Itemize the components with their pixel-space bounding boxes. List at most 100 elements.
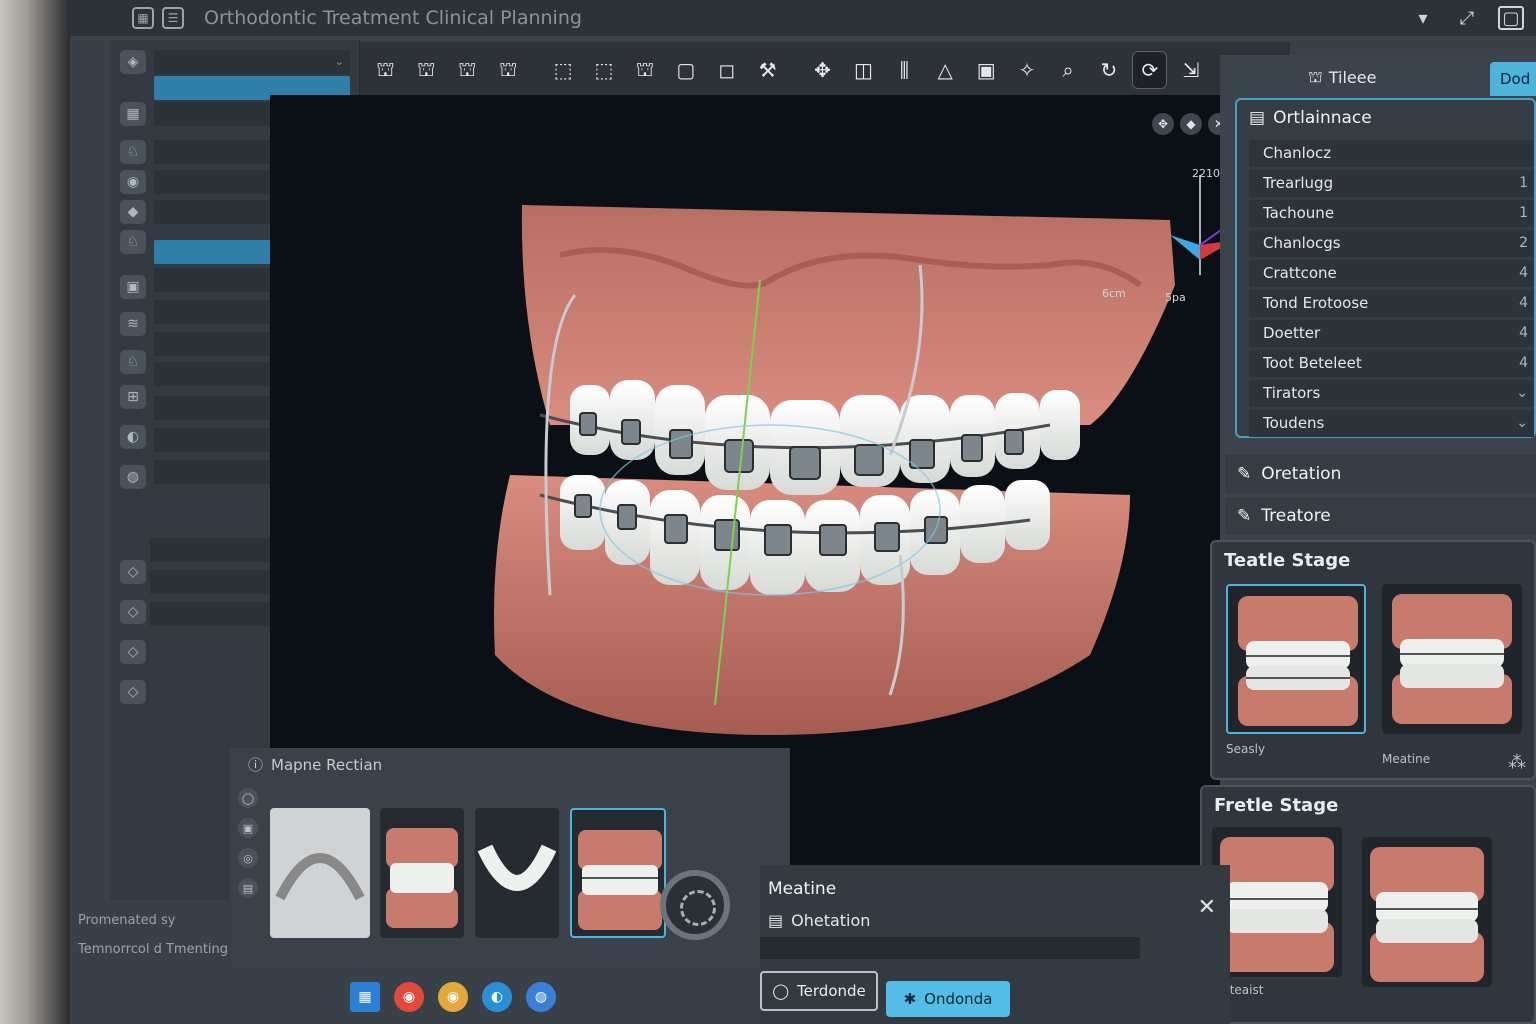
taskbar: ▦ ◉ ◉ ◐ ◍ [350, 972, 556, 1022]
list-item[interactable]: Tirators ⌄ [1249, 380, 1534, 407]
nav-icon[interactable]: ◯ [238, 788, 258, 808]
select-icon[interactable]: ⬚ [546, 51, 581, 89]
move-icon[interactable]: ✥ [1152, 113, 1174, 135]
nav-icon[interactable]: ▤ [238, 878, 258, 898]
list-item[interactable]: Trearlugg 1 [1249, 170, 1534, 197]
tab-active[interactable]: Dod [1490, 62, 1536, 96]
tooth-icon[interactable]: ♘ [120, 350, 146, 374]
tooth-outline-icon[interactable]: ⛫ [409, 51, 444, 89]
tooth-outline-icon[interactable]: ⛫ [368, 51, 403, 89]
main-toolbar: ⛫ ⛫ ⛫ ⛫ ⬚ ⬚ ⛫ ▢ ◻ ⚒ ✥ ◫ ⫼ △ ▣ ✧ ⌕ ↻ ⟳ ⇲ … [360, 42, 1290, 98]
nav-icon[interactable]: ▣ [238, 818, 258, 838]
rotate-icon[interactable]: ⟳ [1132, 51, 1168, 89]
minimize-icon[interactable]: ▾ [1410, 6, 1436, 30]
chrome-icon[interactable]: ◉ [394, 982, 424, 1012]
measure-icon[interactable]: ⊞ [120, 385, 146, 409]
bracket-icon[interactable]: ▣ [120, 275, 146, 299]
axis-label-mid: 5pa [1165, 291, 1186, 304]
stage-title: Teatle Stage [1224, 550, 1351, 571]
grid-icon[interactable]: ▦ [120, 102, 146, 126]
tooth-icon: ⛫ [1308, 66, 1323, 86]
tooth-icon[interactable]: ♘ [120, 230, 146, 254]
tooth-icon[interactable]: ♘ [120, 140, 146, 164]
list-item[interactable]: Doetter 4 [1249, 320, 1534, 347]
warning-icon[interactable]: △ [928, 51, 963, 89]
axis-label-left: 6cm [1102, 287, 1126, 300]
chrome-icon[interactable]: ◉ [438, 982, 468, 1012]
pencil-icon: ✎ [1237, 506, 1252, 526]
rotation-dial[interactable] [660, 870, 730, 940]
status-area: Promenated sy Temnorrcol d Tmenting [70, 905, 250, 965]
list-item[interactable]: Crattcone 4 [1249, 260, 1534, 287]
app-menu-icon[interactable]: ☰ [162, 7, 184, 29]
chart-icon[interactable]: ⫼ [887, 51, 922, 89]
pin-icon[interactable]: ◆ [1180, 113, 1202, 135]
app-icon[interactable]: ◍ [526, 982, 556, 1012]
doc-icon: ▤ [1249, 108, 1266, 128]
tab-tileee[interactable]: ⛫ Tileee [1290, 60, 1394, 94]
tooth-outline-icon[interactable]: ⛫ [450, 51, 485, 89]
search-icon[interactable]: ⌕ [1051, 51, 1086, 89]
layers-icon[interactable]: ◫ [846, 51, 881, 89]
list-item[interactable]: Chanlocz [1249, 140, 1534, 167]
list-item[interactable]: Chanlocgs 2 [1249, 230, 1534, 257]
wire-icon[interactable]: ≋ [120, 312, 146, 336]
select-icon[interactable]: ⬚ [587, 51, 622, 89]
stage-thumbnail[interactable] [1382, 584, 1522, 734]
list-item[interactable]: Toot Beteleet 4 [1249, 350, 1534, 377]
app-screen: ▦ ☰ Orthodontic Treatment Clinical Plann… [70, 0, 1536, 1024]
sidebar-item-1[interactable]: ⌄ [154, 50, 350, 74]
info-progress-track [760, 937, 1140, 959]
restore-icon[interactable]: ⤢ [1454, 6, 1480, 30]
wrench-icon[interactable]: ⚒ [750, 51, 785, 89]
info-row-label: Ohetation [791, 911, 871, 930]
tooth-icon[interactable]: ◆ [120, 200, 146, 224]
info-icon: ⓘ [248, 756, 264, 774]
model-thumbnail[interactable] [270, 808, 370, 938]
windows-start-icon[interactable]: ▦ [350, 982, 380, 1012]
tooth-outline-icon[interactable]: ⛫ [491, 51, 526, 89]
move-icon[interactable]: ✥ [805, 51, 840, 89]
ondonda-button[interactable]: ✱ Ondonda [886, 981, 1010, 1017]
stage-thumbnail[interactable] [1362, 837, 1492, 987]
group-title: Ortlainnace [1273, 108, 1372, 128]
tooth-box-icon[interactable]: ▣ [969, 51, 1004, 89]
tooth-icon[interactable]: ◇ [120, 600, 146, 624]
status-line: Promenated sy [78, 913, 176, 928]
tooth-icon[interactable]: ◍ [120, 465, 146, 489]
list-item[interactable]: Toudens ⌄ [1249, 410, 1534, 437]
close-window-icon[interactable]: ▢ [1498, 6, 1524, 30]
close-icon[interactable]: ✕ [1198, 895, 1216, 920]
edge-icon[interactable]: ◐ [482, 982, 512, 1012]
tooth-icon[interactable]: ◇ [120, 680, 146, 704]
nav-icon[interactable]: ◎ [238, 848, 258, 868]
model-thumbnail[interactable] [475, 808, 559, 938]
rounded-square-icon[interactable]: ▢ [668, 51, 703, 89]
stage-thumbnail[interactable] [1212, 827, 1342, 977]
tooth-icon[interactable]: ◇ [120, 560, 146, 584]
pencil-icon: ✎ [1237, 464, 1252, 484]
sparkle-icon[interactable]: ✧ [1010, 51, 1045, 89]
list-item[interactable]: Tachoune 1 [1249, 200, 1534, 227]
layers-icon[interactable]: ◈ [120, 50, 146, 74]
stage-panel-2: Fretle Stage Mateaist [1200, 785, 1536, 1024]
export-icon[interactable]: ⇲ [1173, 51, 1208, 89]
thumb-caption: Seasly [1226, 742, 1266, 756]
tooth-outline-icon[interactable]: ⛫ [627, 51, 662, 89]
stage-thumbnail[interactable] [1226, 584, 1366, 734]
model-thumbnail-selected[interactable] [570, 808, 666, 938]
tooth-icon[interactable]: ◇ [120, 640, 146, 664]
model-thumbnail[interactable] [380, 808, 464, 938]
tooth-icon: ✱ [903, 990, 917, 1008]
info-title: Meatine [768, 879, 837, 899]
rotate-icon[interactable]: ↻ [1091, 51, 1126, 89]
scan-icon[interactable]: ◉ [120, 170, 146, 194]
axis-label-top: 2210 [1192, 167, 1220, 180]
section-orientation[interactable]: ✎ Oretation [1225, 455, 1536, 493]
grid-icon[interactable]: ⁂ [1508, 752, 1526, 773]
section-treatment[interactable]: ✎ Treatore [1225, 497, 1536, 535]
terdonde-button[interactable]: ◯ Terdonde [760, 971, 878, 1011]
list-item[interactable]: Tond Erotoose 4 [1249, 290, 1534, 317]
tooth-icon[interactable]: ◐ [120, 425, 146, 449]
square-icon[interactable]: ◻ [709, 51, 744, 89]
